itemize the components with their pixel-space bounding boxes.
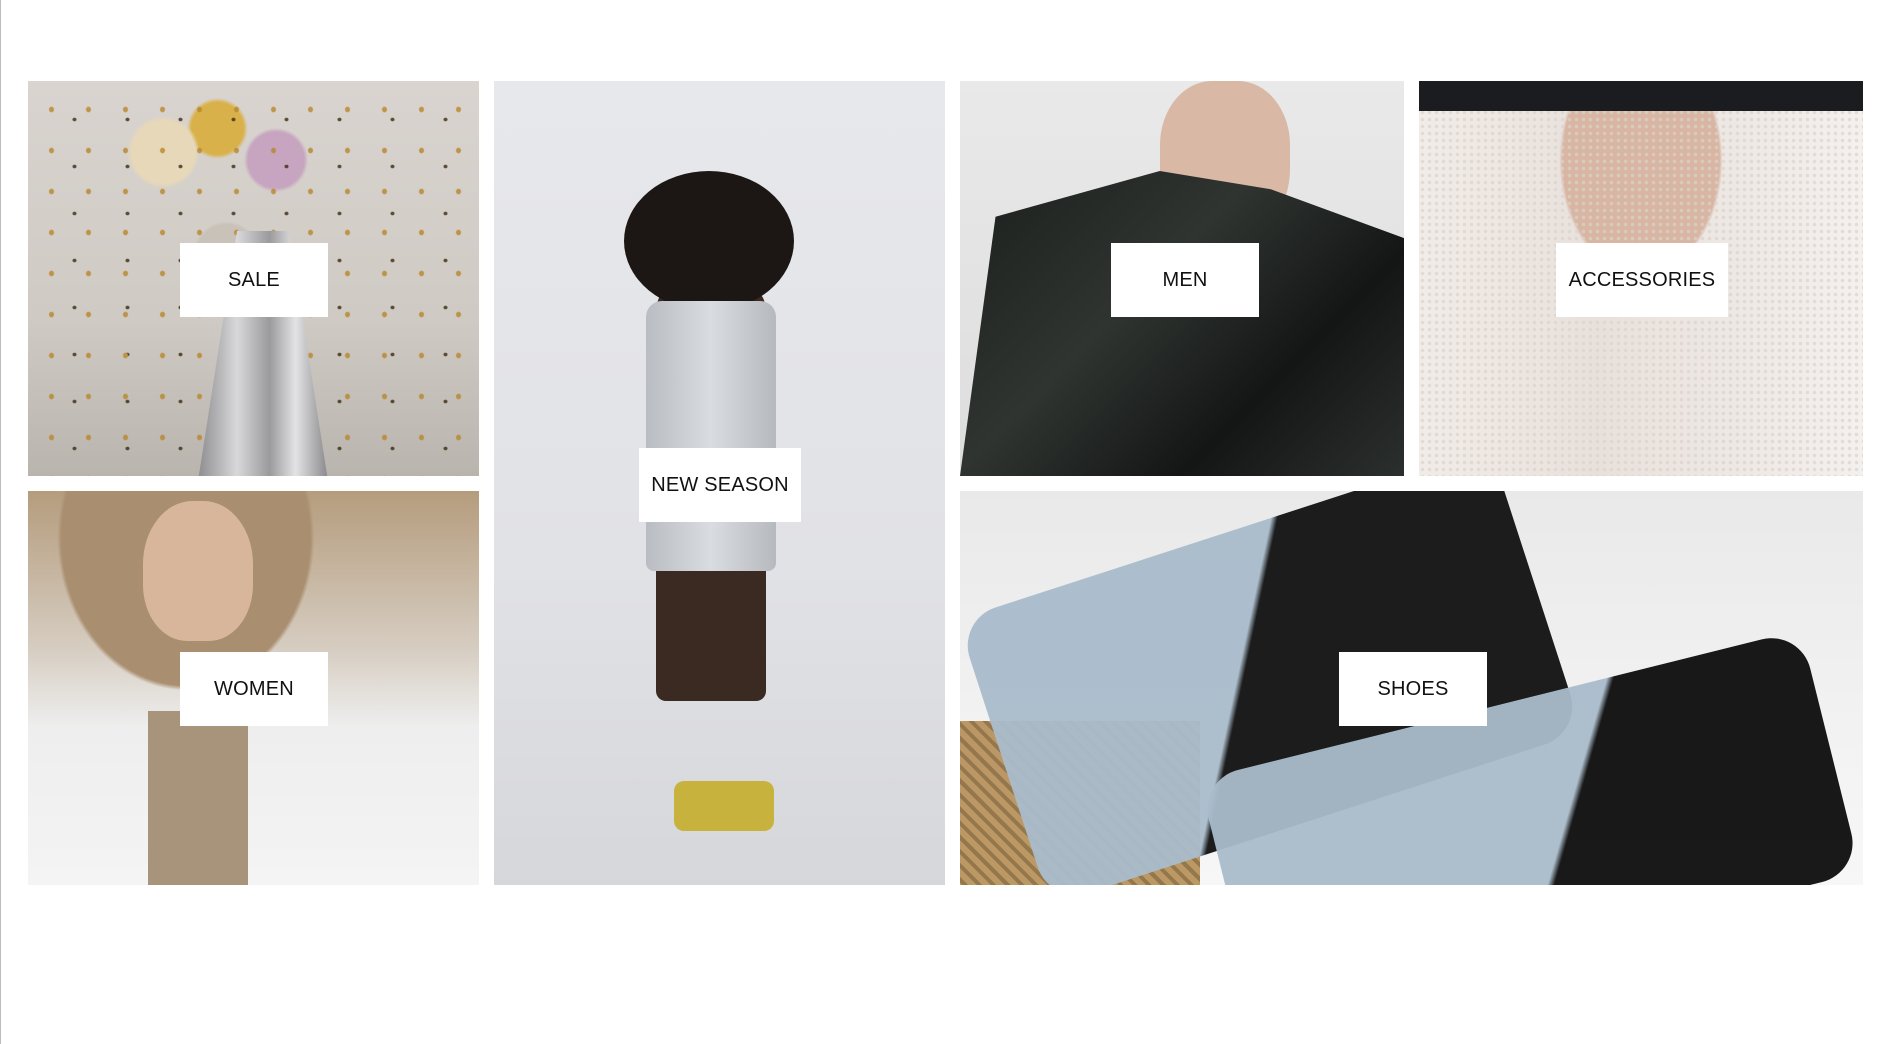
category-label-sale[interactable]: SALE <box>180 243 328 317</box>
category-label-accessories[interactable]: ACCESSORIES <box>1556 243 1728 317</box>
category-label-shoes[interactable]: SHOES <box>1339 652 1487 726</box>
category-tile-accessories[interactable]: ACCESSORIES <box>1419 81 1863 476</box>
model-face-shape <box>143 501 253 641</box>
category-tile-shoes[interactable]: SHOES <box>960 491 1863 885</box>
category-label-men[interactable]: MEN <box>1111 243 1259 317</box>
category-tile-women[interactable]: WOMEN <box>28 491 479 885</box>
model-top-shape <box>148 711 248 885</box>
dark-backdrop <box>1419 81 1863 111</box>
leather-jacket-shape <box>960 171 1404 476</box>
model-shoes-shape <box>674 781 774 831</box>
category-tile-men[interactable]: MEN <box>960 81 1404 476</box>
model-dress-shape <box>646 301 776 571</box>
page-left-border <box>0 0 1 1044</box>
model-hair-shape <box>624 171 794 311</box>
category-label-women[interactable]: WOMEN <box>180 652 328 726</box>
category-tile-new-season[interactable]: NEW SEASON <box>494 81 945 885</box>
category-tile-sale[interactable]: SALE <box>28 81 479 476</box>
category-label-new-season[interactable]: NEW SEASON <box>639 448 801 522</box>
